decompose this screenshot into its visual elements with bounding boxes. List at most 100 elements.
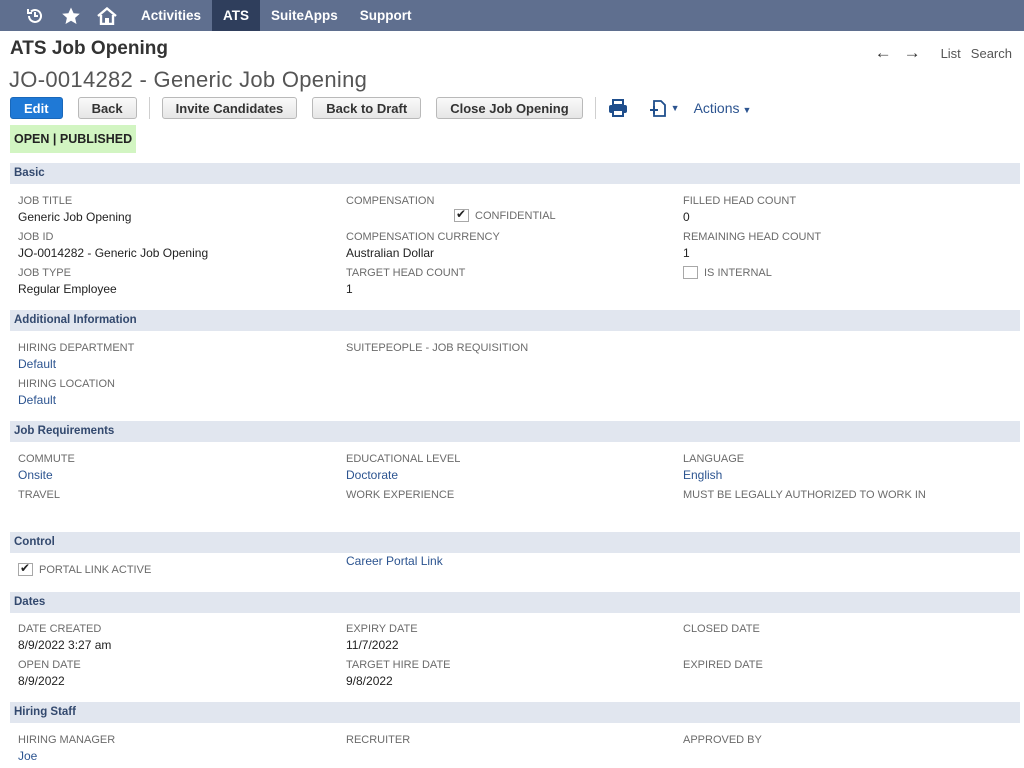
language-link[interactable]: English <box>683 468 744 482</box>
nav-suiteapps[interactable]: SuiteApps <box>260 0 349 31</box>
career-portal-link[interactable]: Career Portal Link <box>346 554 443 568</box>
field-label: COMPENSATION CURRENCY <box>346 231 500 243</box>
portal-link-active-checkbox[interactable] <box>18 561 33 577</box>
record-type-title: ATS Job Opening <box>10 38 168 59</box>
checkbox-label: PORTAL LINK ACTIVE <box>39 563 152 576</box>
hiring-manager-link[interactable]: Joe <box>18 749 115 763</box>
hiring-department-link[interactable]: Default <box>18 357 134 371</box>
confidential-checkbox[interactable] <box>454 207 469 223</box>
previous-arrow-icon[interactable]: ← <box>875 43 892 63</box>
record-title: JO-0014282 - Generic Job Opening <box>9 67 368 92</box>
hiring-manager-field: HIRING MANAGER Joe <box>18 734 115 763</box>
recent-records-icon[interactable] <box>22 0 48 31</box>
field-value: Generic Job Opening <box>18 210 132 224</box>
search-link[interactable]: Search <box>971 46 1012 61</box>
next-arrow-icon[interactable]: → <box>904 43 921 63</box>
field-label: EDUCATIONAL LEVEL <box>346 453 461 465</box>
hiring-location-link[interactable]: Default <box>18 393 115 407</box>
field-value: Australian Dollar <box>346 246 435 260</box>
field-label: JOB TITLE <box>18 195 73 207</box>
job-id-field: JOB ID JO-0014282 - Generic Job Opening <box>18 231 208 260</box>
commute-field: COMMUTE Onsite <box>18 453 75 482</box>
field-label: EXPIRED DATE <box>683 659 763 671</box>
field-value: 1 <box>683 246 690 260</box>
field-label: REMAINING HEAD COUNT <box>683 231 822 243</box>
back-button[interactable]: Back <box>77 97 137 119</box>
portal-link-active-field: PORTAL LINK ACTIVE <box>18 561 151 579</box>
nav-ats[interactable]: ATS <box>212 0 261 31</box>
home-icon[interactable] <box>94 0 120 31</box>
list-link[interactable]: List <box>941 46 961 61</box>
checkbox-label: CONFIDENTIAL <box>475 209 556 222</box>
language-field: LANGUAGE English <box>683 453 744 482</box>
toolbar-divider <box>148 97 150 119</box>
field-label: JOB TYPE <box>18 267 71 279</box>
field-label: COMPENSATION <box>346 195 435 207</box>
field-value: 8/9/2022 3:27 am <box>18 638 112 652</box>
star-icon[interactable] <box>58 0 84 31</box>
field-label: CLOSED DATE <box>683 623 760 635</box>
checkbox-label: IS INTERNAL <box>704 266 772 279</box>
record-navigation: ← → List Search <box>875 43 1012 63</box>
recruiter-field: RECRUITER <box>346 734 410 746</box>
section-requirements-header[interactable]: Job Requirements <box>10 421 1020 442</box>
job-title-field: JOB TITLE Generic Job Opening <box>18 195 131 224</box>
print-icon[interactable] <box>608 99 628 117</box>
hiring-location-field: HIRING LOCATION Default <box>18 378 115 407</box>
nav-support[interactable]: Support <box>349 0 423 31</box>
educational-level-link[interactable]: Doctorate <box>346 468 460 482</box>
target-hire-date-field: TARGET HIRE DATE 9/8/2022 <box>346 659 451 688</box>
is-internal-checkbox[interactable] <box>683 266 698 280</box>
field-value: 8/9/2022 <box>18 674 65 688</box>
field-value: Regular Employee <box>18 282 117 296</box>
field-label: DATE CREATED <box>18 623 102 635</box>
hiring-department-field: HIRING DEPARTMENT Default <box>18 342 134 371</box>
invite-candidates-button[interactable]: Invite Candidates <box>161 97 298 119</box>
confidential-checkbox-field: CONFIDENTIAL <box>454 207 556 225</box>
educational-level-field: EDUCATIONAL LEVEL Doctorate <box>346 453 460 482</box>
date-created-field: DATE CREATED 8/9/2022 3:27 am <box>18 623 111 652</box>
field-label: SUITEPEOPLE - JOB REQUISITION <box>346 342 529 354</box>
section-basic-header[interactable]: Basic <box>10 163 1020 184</box>
field-label: TARGET HEAD COUNT <box>346 267 466 279</box>
section-dates-header[interactable]: Dates <box>10 592 1020 613</box>
job-type-field: JOB TYPE Regular Employee <box>18 267 117 296</box>
suitepeople-requisition-field: SUITEPEOPLE - JOB REQUISITION <box>346 342 528 354</box>
actions-menu[interactable]: Actions ▼ <box>694 100 752 116</box>
section-hiring-staff-header[interactable]: Hiring Staff <box>10 702 1020 723</box>
field-label: TARGET HIRE DATE <box>346 659 451 671</box>
expired-date-field: EXPIRED DATE <box>683 659 763 671</box>
chevron-down-icon: ▼ <box>742 105 752 115</box>
field-label: JOB ID <box>18 231 54 243</box>
open-date-field: OPEN DATE 8/9/2022 <box>18 659 81 688</box>
field-label: LANGUAGE <box>683 453 745 465</box>
field-value: JO-0014282 - Generic Job Opening <box>18 246 209 260</box>
section-control-header[interactable]: Control <box>10 532 1020 553</box>
compensation-field: COMPENSATION <box>346 195 434 207</box>
expiry-date-field: EXPIRY DATE 11/7/2022 <box>346 623 418 652</box>
field-label: COMMUTE <box>18 453 75 465</box>
actions-label: Actions <box>693 100 740 116</box>
commute-link[interactable]: Onsite <box>18 468 75 482</box>
field-label: TRAVEL <box>18 489 60 501</box>
section-additional-header[interactable]: Additional Information <box>10 310 1020 331</box>
status-badge: OPEN | PUBLISHED <box>10 125 137 153</box>
field-label: APPROVED BY <box>683 734 762 746</box>
toolbar: Edit Back Invite Candidates Back to Draf… <box>10 96 751 120</box>
new-document-icon[interactable]: ▼ <box>648 98 680 118</box>
nav-activities[interactable]: Activities <box>130 0 212 31</box>
remaining-head-count-field: REMAINING HEAD COUNT 1 <box>683 231 821 260</box>
field-value: 9/8/2022 <box>346 674 393 688</box>
career-portal-link-field: Career Portal Link <box>346 552 443 570</box>
field-label: HIRING DEPARTMENT <box>18 342 135 354</box>
field-label: HIRING LOCATION <box>18 378 115 390</box>
back-to-draft-button[interactable]: Back to Draft <box>312 97 422 119</box>
field-label: HIRING MANAGER <box>18 734 116 746</box>
filled-head-count-field: FILLED HEAD COUNT 0 <box>683 195 796 224</box>
field-label: MUST BE LEGALLY AUTHORIZED TO WORK IN <box>683 489 926 501</box>
field-label: RECRUITER <box>346 734 411 746</box>
work-experience-field: WORK EXPERIENCE <box>346 489 454 501</box>
edit-button[interactable]: Edit <box>10 97 63 119</box>
closed-date-field: CLOSED DATE <box>683 623 760 635</box>
close-job-opening-button[interactable]: Close Job Opening <box>436 97 583 119</box>
